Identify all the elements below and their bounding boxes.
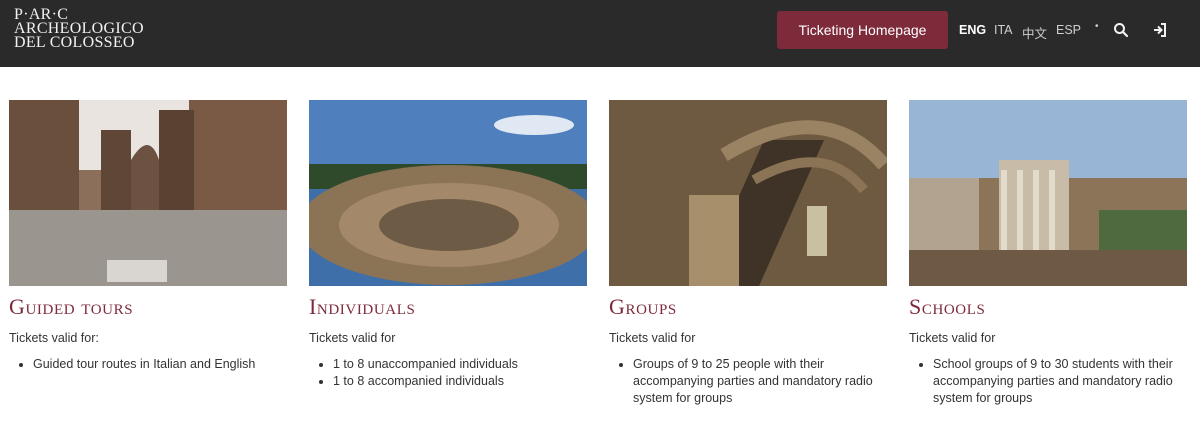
guided-tours-image[interactable] [9, 100, 287, 286]
language-esp[interactable]: ESP [1056, 23, 1081, 37]
groups-image[interactable] [609, 100, 887, 286]
language-eng[interactable]: ENG [959, 23, 986, 37]
search-icon[interactable] [1113, 22, 1129, 38]
list-item: Groups of 9 to 25 people with their acco… [633, 356, 887, 407]
site-logo[interactable]: P·AR·C ARCHEOLOGICO DEL COLOSSEO [14, 7, 164, 51]
card-title[interactable]: Guided tours [9, 296, 287, 318]
list-item: 1 to 8 unaccompanied individuals [333, 356, 587, 373]
card-item-list: School groups of 9 to 30 students with t… [909, 356, 1187, 407]
list-item: 1 to 8 accompanied individuals [333, 373, 587, 390]
logo-line-3: DEL COLOSSEO [14, 34, 135, 51]
tickets-valid-label: Tickets valid for: [9, 331, 99, 345]
card-individuals[interactable]: Individuals Tickets valid for 1 to 8 una… [309, 100, 587, 390]
login-icon[interactable] [1152, 22, 1168, 38]
schools-image[interactable] [909, 100, 1187, 286]
card-title[interactable]: Individuals [309, 296, 587, 318]
list-item: School groups of 9 to 30 students with t… [933, 356, 1187, 407]
ticketing-homepage-button[interactable]: Ticketing Homepage [777, 11, 948, 49]
tickets-valid-label: Tickets valid for [309, 331, 396, 345]
list-item: Guided tour routes in Italian and Englis… [33, 356, 287, 373]
separator-dot: • [1095, 21, 1099, 32]
tickets-valid-label: Tickets valid for [609, 331, 696, 345]
card-item-list: 1 to 8 unaccompanied individuals 1 to 8 … [309, 356, 587, 390]
card-item-list: Groups of 9 to 25 people with their acco… [609, 356, 887, 407]
card-schools[interactable]: Schools Tickets valid for School groups … [909, 100, 1187, 407]
card-guided-tours[interactable]: Guided tours Tickets valid for: Guided t… [9, 100, 287, 373]
card-item-list: Guided tour routes in Italian and Englis… [9, 356, 287, 373]
card-groups[interactable]: Groups Tickets valid for Groups of 9 to … [609, 100, 887, 407]
language-zh[interactable]: 中文 [1022, 23, 1047, 42]
language-ita[interactable]: ITA [994, 23, 1013, 37]
card-title[interactable]: Groups [609, 296, 887, 318]
individuals-image[interactable] [309, 100, 587, 286]
card-title[interactable]: Schools [909, 296, 1187, 318]
top-navigation-bar: P·AR·C ARCHEOLOGICO DEL COLOSSEO Ticketi… [0, 0, 1200, 67]
tickets-valid-label: Tickets valid for [909, 331, 996, 345]
